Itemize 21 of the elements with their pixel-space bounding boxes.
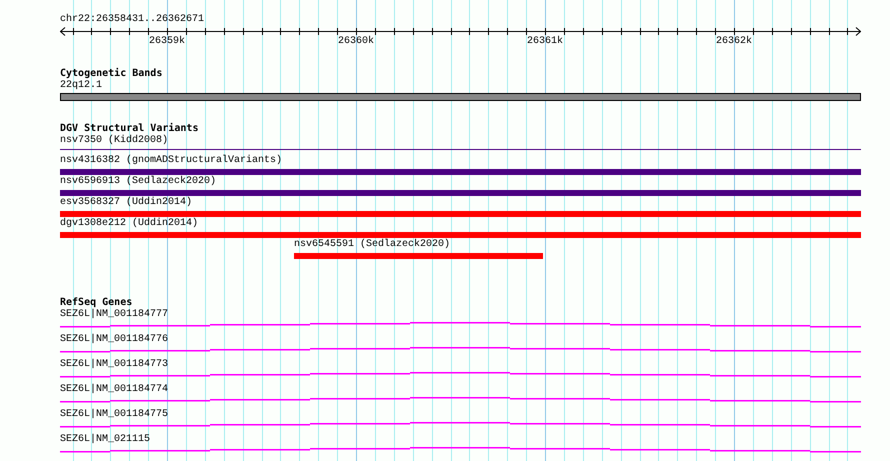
feature-label: nsv7350 (Kidd2008) (60, 135, 168, 147)
feature-label: dgv1308e212 (Uddin2014) (60, 218, 198, 230)
scale-tick-label: 26360k (338, 36, 374, 48)
scale-tick-label: 26361k (527, 36, 563, 48)
feature-label: SEZ6L|NM_001184777 (60, 309, 168, 321)
feature-label: SEZ6L|NM_001184774 (60, 384, 168, 396)
feature-label: SEZ6L|NM_021115 (60, 434, 150, 446)
feature-label: SEZ6L|NM_001184776 (60, 334, 168, 346)
genomic-range: chr22:26358431..26362671 (60, 14, 204, 26)
scale-tick-label: 26359k (149, 36, 185, 48)
feature-label: 22q12.1 (60, 80, 102, 92)
track-title: Cytogenetic Bands (60, 68, 162, 80)
track-title: DGV Structural Variants (60, 123, 198, 134)
feature-label: esv3568327 (Uddin2014) (60, 197, 192, 209)
feature-label: nsv6596913 (Sedlazeck2020) (60, 176, 216, 188)
feature-label: nsv6545591 (Sedlazeck2020) (294, 239, 450, 251)
track-title: RefSeq Genes (60, 297, 132, 308)
scale-tick-label: 26362k (716, 36, 752, 48)
feature-label: SEZ6L|NM_001184775 (60, 409, 168, 421)
feature-label: SEZ6L|NM_001184773 (60, 359, 168, 371)
feature-label: nsv4316382 (gnomADStructuralVariants) (60, 155, 282, 167)
